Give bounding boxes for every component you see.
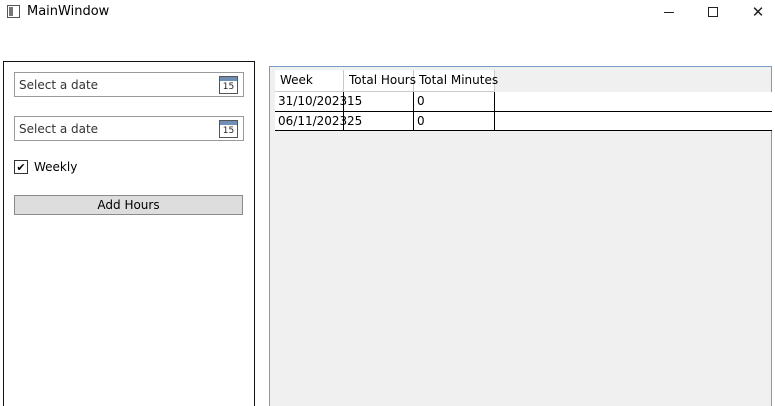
window-title: MainWindow [27,4,110,19]
minimize-button[interactable] [646,0,692,24]
weekly-checkbox-row[interactable]: ✔ Weekly [14,160,77,174]
close-button[interactable]: ✕ [735,0,775,24]
cell-total-minutes[interactable]: 0 [414,112,495,131]
input-panel: Select a date 15 Select a date 15 ✔ Week… [3,61,255,406]
weekly-label[interactable]: Weekly [34,160,77,174]
cell-total-hours[interactable]: 15 [344,92,414,111]
cell-week[interactable]: 06/11/2023 [275,112,347,131]
calendar-day-label: 15 [222,82,235,92]
column-header-week[interactable]: Week [275,70,344,92]
start-date-placeholder[interactable]: Select a date [19,78,98,92]
grid-header-row: Week Total Hours Total Minutes [275,70,498,92]
close-icon: ✕ [751,2,765,21]
column-header-total-hours[interactable]: Total Hours [344,70,416,92]
calendar-icon[interactable]: 15 [219,76,238,94]
window-icon [7,5,20,18]
table-row[interactable]: 31/10/2023 15 0 [275,92,772,112]
cell-total-minutes[interactable]: 0 [414,92,495,111]
end-date-placeholder[interactable]: Select a date [19,122,98,136]
maximize-button[interactable] [690,0,736,24]
main-window: MainWindow ✕ Select a date 15 Select a d… [0,0,775,406]
cell-week[interactable]: 31/10/2023 [275,92,347,111]
maximize-icon [708,7,718,17]
title-bar[interactable]: MainWindow ✕ [0,0,775,26]
calendar-icon[interactable]: 15 [219,120,238,138]
cell-total-hours[interactable]: 25 [344,112,414,131]
column-header-total-minutes[interactable]: Total Minutes [414,70,498,92]
add-hours-button[interactable]: Add Hours [14,195,243,215]
end-date-picker[interactable]: Select a date 15 [14,116,244,141]
start-date-picker[interactable]: Select a date 15 [14,72,244,97]
table-row[interactable]: 06/11/2023 25 0 [275,111,772,131]
calendar-day-label: 15 [222,126,235,136]
weekly-checkbox[interactable]: ✔ [14,160,28,174]
checkmark-icon: ✔ [16,160,26,174]
hours-data-grid[interactable]: Week Total Hours Total Minutes 31/10/202… [269,66,772,406]
minimize-icon [664,11,674,13]
